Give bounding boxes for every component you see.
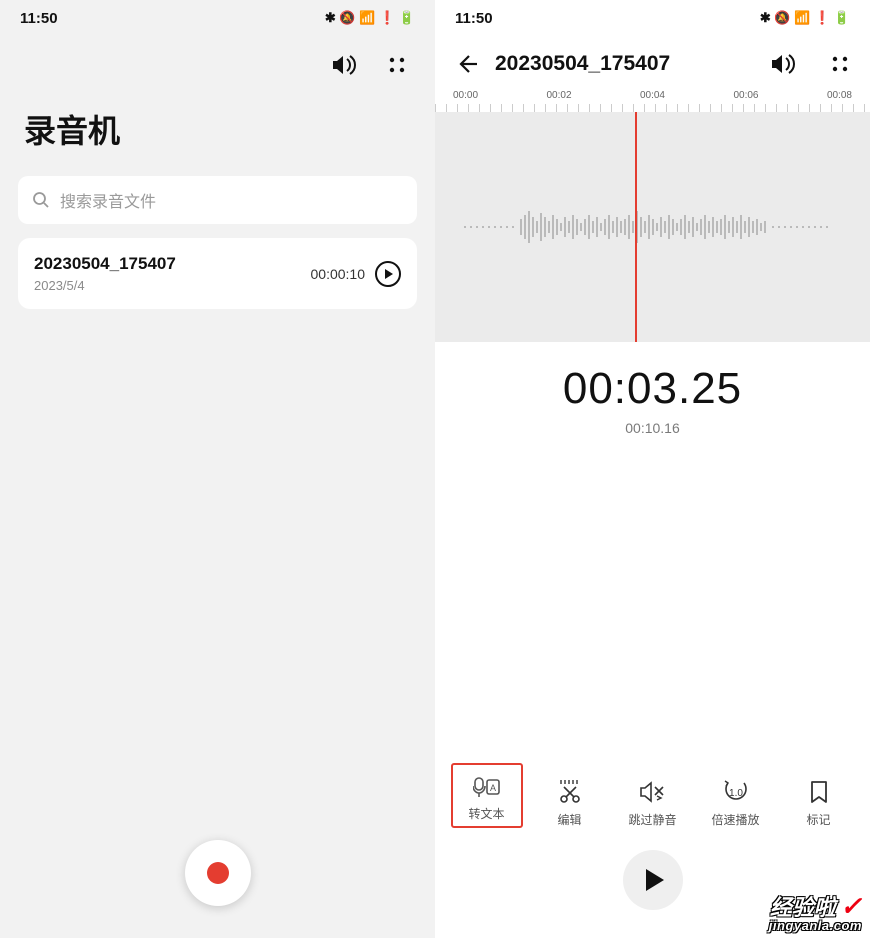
- tick-label: 00:06: [733, 90, 758, 101]
- recording-duration: 00:00:10: [311, 266, 366, 282]
- transcribe-button[interactable]: A 转文本: [451, 763, 523, 828]
- tick-label: 00:08: [827, 90, 852, 101]
- transcribe-icon: A: [473, 773, 501, 799]
- search-placeholder: 搜索录音文件: [60, 188, 156, 212]
- scissors-icon: [557, 779, 583, 805]
- back-icon[interactable]: [455, 52, 479, 76]
- status-icons: ✱ 🔕 📶 ❗ 🔋: [325, 10, 415, 26]
- waveform-icon: [435, 197, 870, 257]
- search-input[interactable]: 搜索录音文件: [18, 176, 417, 224]
- more-icon[interactable]: [830, 54, 850, 74]
- status-time: 11:50: [455, 10, 493, 27]
- play-button[interactable]: [623, 850, 683, 910]
- recording-name: 20230504_175407: [34, 254, 176, 274]
- speed-button[interactable]: 1.0 倍速播放: [700, 779, 772, 828]
- status-bar: 11:50 ✱ 🔕 📶 ❗ 🔋: [435, 0, 870, 36]
- tool-label: 标记: [806, 811, 830, 828]
- bookmark-button[interactable]: 标记: [783, 779, 855, 828]
- mute-skip-icon: [639, 779, 667, 805]
- recording-detail-screen: 11:50 ✱ 🔕 📶 ❗ 🔋 20230504_175407 00:00 00…: [435, 0, 870, 938]
- recording-item[interactable]: 20230504_175407 2023/5/4 00:00:10: [18, 238, 417, 309]
- svg-text:1.0: 1.0: [729, 788, 743, 799]
- svg-text:A: A: [489, 783, 495, 793]
- status-bar: 11:50 ✱ 🔕 📶 ❗ 🔋: [0, 0, 435, 36]
- tool-label: 跳过静音: [628, 811, 676, 828]
- bookmark-icon: [809, 779, 829, 805]
- tick-label: 00:02: [546, 90, 571, 101]
- skip-silence-button[interactable]: 跳过静音: [617, 779, 689, 828]
- playhead-indicator[interactable]: [635, 112, 637, 342]
- record-dot-icon: [207, 862, 229, 884]
- bottom-toolbar: A 转文本 编辑 跳过静音 1.0 倍速播放: [435, 763, 870, 828]
- page-title: 录音机: [0, 86, 435, 170]
- time-ruler[interactable]: 00:00 00:02 00:04 00:06 00:08: [435, 90, 870, 112]
- speed-icon: 1.0: [722, 779, 750, 805]
- speaker-icon[interactable]: [770, 53, 796, 75]
- tick-label: 00:00: [453, 90, 478, 101]
- watermark-url: jingyanla.com: [769, 919, 862, 932]
- edit-button[interactable]: 编辑: [534, 779, 606, 828]
- record-button[interactable]: [185, 840, 251, 906]
- watermark: 经验啦 ✓ jingyanla.com: [769, 893, 862, 932]
- recorder-list-screen: 11:50 ✱ 🔕 📶 ❗ 🔋 录音机 搜索录音文件 20230504_1754…: [0, 0, 435, 938]
- status-icons: ✱ 🔕 📶 ❗ 🔋: [760, 10, 850, 26]
- tool-label: 转文本: [468, 805, 504, 822]
- play-icon[interactable]: [375, 261, 401, 287]
- tick-label: 00:04: [640, 90, 665, 101]
- recording-date: 2023/5/4: [34, 278, 176, 293]
- tool-label: 倍速播放: [711, 811, 759, 828]
- more-icon[interactable]: [387, 55, 407, 75]
- tool-label: 编辑: [557, 811, 581, 828]
- checkmark-icon: ✓: [840, 891, 862, 921]
- search-icon: [32, 191, 50, 209]
- current-time: 00:03.25: [435, 364, 870, 414]
- recording-title: 20230504_175407: [495, 52, 754, 76]
- watermark-text: 经验啦: [770, 895, 836, 920]
- speaker-icon[interactable]: [331, 54, 357, 76]
- total-time: 00:10.16: [435, 420, 870, 436]
- waveform-area[interactable]: [435, 112, 870, 342]
- status-time: 11:50: [20, 10, 58, 27]
